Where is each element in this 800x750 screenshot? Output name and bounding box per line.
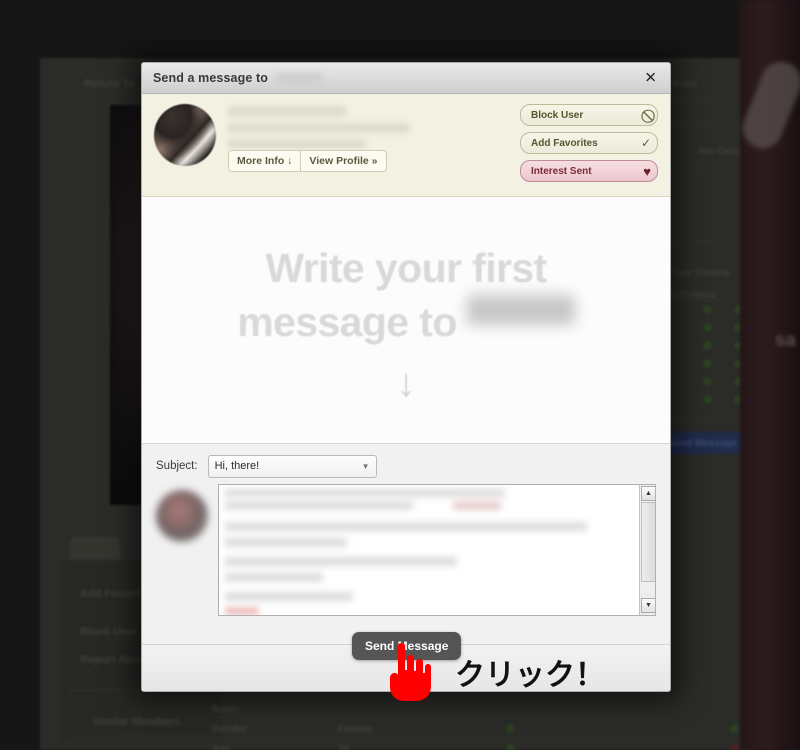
textarea-scrollbar[interactable]: ▲ ▼ xyxy=(639,485,655,615)
interest-sent-button[interactable]: Interest Sent ♥ xyxy=(520,160,658,182)
view-profile-button[interactable]: View Profile » xyxy=(301,150,387,172)
background-box-1 xyxy=(664,100,746,124)
dialog-title-name-redacted: x xyxy=(274,72,323,85)
background-boot-label: Boot xyxy=(672,78,698,90)
background-table-label-gender: Gender xyxy=(212,724,248,735)
background-table-header: Basic xyxy=(212,704,239,715)
background-rail-text: sa xyxy=(774,330,796,351)
background-table-dot xyxy=(506,744,515,750)
message-line xyxy=(225,592,353,601)
hero-line-2: message to x xyxy=(237,295,575,349)
background-divider xyxy=(68,736,216,737)
profile-name-redacted xyxy=(228,106,346,117)
background-table-divider xyxy=(190,716,750,717)
profile-header: More Info ↓ View Profile » Block User ⃠ … xyxy=(142,94,670,197)
pointing-hand-cursor xyxy=(378,640,432,707)
background-criteria-dot xyxy=(703,377,712,386)
subject-selected-value: Hi, there! xyxy=(214,460,260,472)
check-icon: ✓ xyxy=(640,136,651,150)
dialog-title: Send a message tox xyxy=(153,71,323,85)
background-table-divider xyxy=(190,738,750,739)
background-table-label-age: Age xyxy=(212,744,231,750)
message-textarea[interactable]: ▲ ▼ xyxy=(218,484,656,616)
background-criteria-dot xyxy=(703,341,712,350)
background-box-2 xyxy=(664,168,746,242)
compose-area: Subject: Hi, there! ▼ ▲ ▼ xyxy=(142,444,670,644)
background-return-link[interactable]: Return To xyxy=(84,78,135,90)
interest-sent-label: Interest Sent xyxy=(531,165,592,177)
add-favorites-button[interactable]: Add Favorites ✓ xyxy=(520,132,658,154)
background-table-value-age: 29 xyxy=(338,744,350,750)
block-user-label: Block User xyxy=(531,109,584,121)
background-their-criteria-label: Their Criteria xyxy=(668,268,731,279)
message-row: ▲ ▼ xyxy=(156,484,656,616)
sender-avatar xyxy=(156,490,208,542)
message-line xyxy=(453,501,501,510)
background-side-link-similar-members[interactable]: Similar Members xyxy=(92,716,180,728)
scroll-down-button[interactable]: ▼ xyxy=(641,598,655,613)
close-icon[interactable]: ✕ xyxy=(640,69,661,88)
message-body-redacted xyxy=(219,485,655,614)
block-user-button[interactable]: Block User ⃠ xyxy=(520,104,658,126)
message-line xyxy=(225,489,505,497)
message-line xyxy=(225,522,587,531)
background-rail-shape xyxy=(736,55,800,155)
add-favorites-label: Add Favorites xyxy=(531,137,598,149)
message-line xyxy=(225,557,457,566)
message-line xyxy=(225,608,259,614)
background-criteria-dot xyxy=(703,323,712,332)
avatar[interactable] xyxy=(154,104,216,166)
scroll-up-button[interactable]: ▲ xyxy=(641,486,655,501)
scrollbar-thumb[interactable] xyxy=(641,502,655,582)
background-table-dot xyxy=(730,724,739,733)
hero-name-redacted: x xyxy=(466,295,575,326)
hero-placeholder: Write your first message to x ↓ xyxy=(142,197,670,444)
background-criteria-dot xyxy=(703,305,712,314)
chevron-down-icon: ▼ xyxy=(361,461,370,471)
hero-line-2-prefix: message to xyxy=(237,299,457,346)
message-line xyxy=(225,573,323,582)
profile-detail-redacted xyxy=(228,123,410,133)
background-table-dot xyxy=(730,744,739,750)
hero-line-1: Write your first xyxy=(265,245,547,291)
more-info-button[interactable]: More Info ↓ xyxy=(228,150,302,172)
background-table-dot xyxy=(506,724,515,733)
message-line xyxy=(225,501,413,510)
side-action-list: Block User ⃠ Add Favorites ✓ Interest Se… xyxy=(520,104,658,182)
background-table-value-gender: Female xyxy=(338,724,373,735)
subject-row: Subject: Hi, there! ▼ xyxy=(156,454,656,478)
down-arrow-icon: ↓ xyxy=(396,361,416,406)
click-annotation-text: クリック！ xyxy=(455,658,605,693)
profile-action-buttons: More Info ↓ View Profile » xyxy=(228,150,387,172)
background-criteria-dot xyxy=(703,395,712,404)
background-right-rail: sa xyxy=(736,0,800,750)
subject-label: Subject: xyxy=(156,460,198,472)
message-line xyxy=(225,538,347,547)
subject-select[interactable]: Hi, there! ▼ xyxy=(207,454,377,478)
send-message-dialog: Send a message tox ✕ More Info ↓ View Pr… xyxy=(141,62,671,692)
background-criteria-dot xyxy=(703,359,712,368)
profile-detail-redacted xyxy=(228,139,366,149)
heart-icon: ♥ xyxy=(643,163,651,179)
dialog-titlebar: Send a message tox ✕ xyxy=(142,63,670,94)
background-side-link-block-user[interactable]: Block User xyxy=(80,626,137,638)
